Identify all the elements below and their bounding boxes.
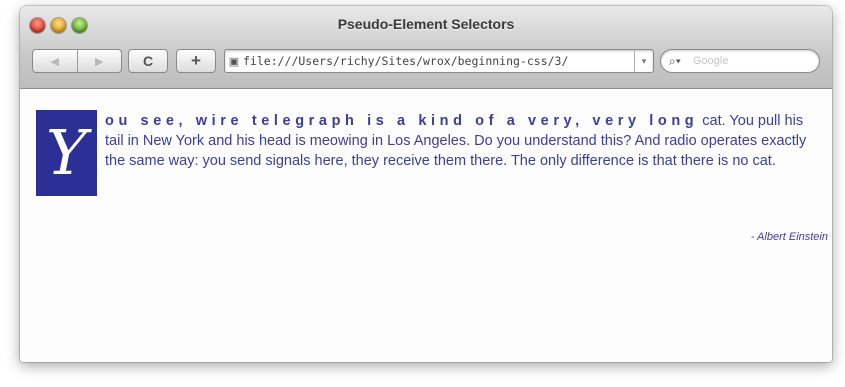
add-bookmark-button[interactable]: +	[176, 49, 216, 73]
reload-icon: C	[142, 53, 154, 69]
address-bar[interactable]: ▣ file:///Users/richy/Sites/wrox/beginni…	[224, 49, 654, 73]
back-arrow-icon[interactable]: ◀	[33, 55, 77, 68]
title-bar: Pseudo-Element Selectors ◀ ▶ C + ▣ file:…	[20, 6, 832, 89]
back-forward-group: ◀ ▶	[32, 49, 122, 73]
search-field[interactable]: ⌕▾	[660, 49, 820, 73]
plus-icon: +	[191, 51, 201, 70]
search-icon[interactable]: ⌕▾	[669, 54, 691, 69]
search-input[interactable]	[691, 54, 805, 68]
forward-arrow-icon[interactable]: ▶	[78, 55, 122, 68]
drop-cap-letter: Y	[36, 110, 97, 196]
reload-button[interactable]: C	[128, 49, 168, 73]
first-line-text: ou see, wire telegraph is a kind of a ve…	[105, 113, 699, 129]
address-dropdown-icon[interactable]: ▾	[634, 50, 653, 72]
quote-attribution: - Albert Einstein	[750, 231, 828, 243]
file-page-icon: ▣	[228, 55, 240, 68]
address-url[interactable]: file:///Users/richy/Sites/wrox/beginning…	[243, 54, 634, 68]
browser-window: Pseudo-Element Selectors ◀ ▶ C + ▣ file:…	[20, 6, 832, 362]
window-title: Pseudo-Element Selectors	[337, 16, 515, 32]
page-content: Y ou see, wire telegraph is a kind of a …	[20, 89, 832, 362]
quote-paragraph: ou see, wire telegraph is a kind of a ve…	[105, 111, 825, 171]
